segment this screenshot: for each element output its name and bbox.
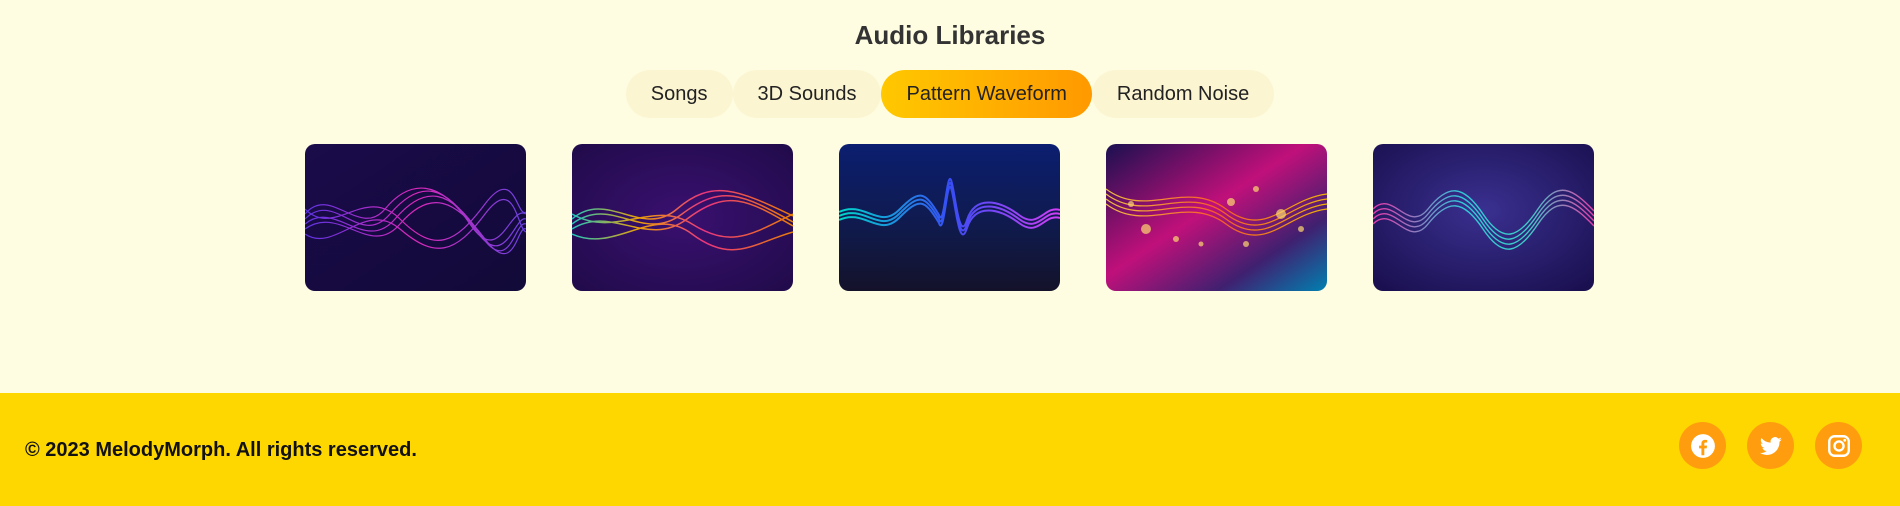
twitter-icon <box>1759 436 1782 455</box>
waveform-card[interactable] <box>305 144 526 291</box>
page-title: Audio Libraries <box>854 20 1046 50</box>
facebook-button[interactable] <box>1679 422 1726 469</box>
library-tabs: Songs 3D Sounds Pattern Waveform Random … <box>0 70 1900 118</box>
waveform-image <box>839 144 1060 291</box>
waveform-gallery <box>305 144 1594 291</box>
waveform-card[interactable] <box>839 144 1060 291</box>
instagram-button[interactable] <box>1815 422 1862 469</box>
instagram-icon <box>1827 434 1850 457</box>
footer: © 2023 MelodyMorph. All rights reserved. <box>0 393 1900 506</box>
facebook-icon <box>1690 433 1715 458</box>
tab-pattern-waveform[interactable]: Pattern Waveform <box>881 70 1092 118</box>
waveform-card[interactable] <box>1106 144 1327 291</box>
waveform-image <box>572 144 793 291</box>
waveform-image <box>1106 144 1327 291</box>
tab-songs[interactable]: Songs <box>625 70 733 118</box>
copyright-text: © 2023 MelodyMorph. All rights reserved. <box>25 439 417 461</box>
waveform-card[interactable] <box>1373 144 1594 291</box>
twitter-button[interactable] <box>1747 422 1794 469</box>
social-links <box>1679 422 1862 469</box>
waveform-image <box>305 144 526 291</box>
waveform-image <box>1373 144 1594 291</box>
tab-random-noise[interactable]: Random Noise <box>1091 70 1275 118</box>
waveform-card[interactable] <box>572 144 793 291</box>
tab-3d-sounds[interactable]: 3D Sounds <box>732 70 882 118</box>
